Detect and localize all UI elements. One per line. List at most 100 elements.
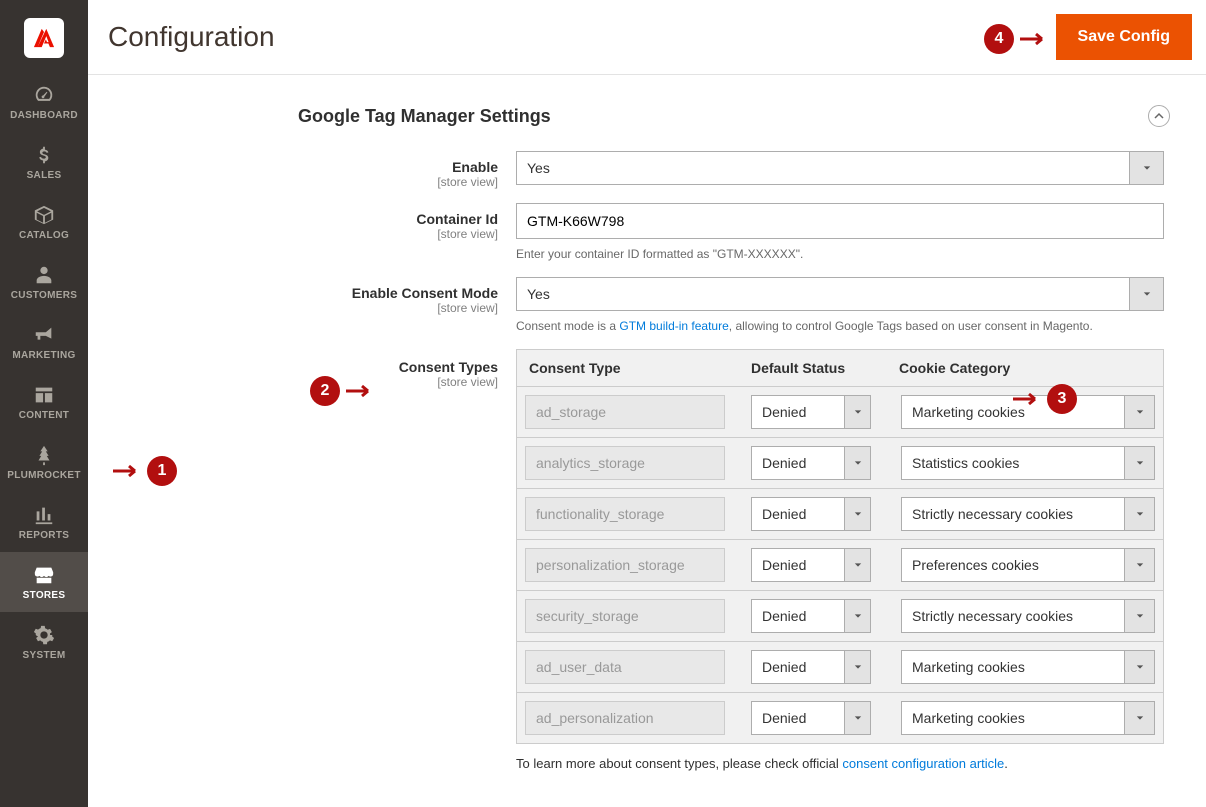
table-row: Denied Strictly necessary cookies xyxy=(516,591,1164,642)
stores-icon xyxy=(33,564,55,586)
chevron-down-icon xyxy=(1125,701,1155,735)
consent-mode-scope: [store view] xyxy=(118,301,498,315)
table-row: Denied Marketing cookies xyxy=(516,387,1164,438)
nav-reports[interactable]: REPORTS xyxy=(0,492,88,552)
nav-dashboard[interactable]: DASHBOARD xyxy=(0,72,88,132)
logo[interactable] xyxy=(24,18,64,58)
page-header: Configuration Save Config xyxy=(88,0,1206,75)
consent-type-input xyxy=(525,650,725,684)
default-status-select[interactable]: Denied xyxy=(751,650,871,684)
table-row: Denied Marketing cookies xyxy=(516,693,1164,744)
chevron-down-icon xyxy=(1125,548,1155,582)
consent-types-table: Consent Type Default Status Cookie Categ… xyxy=(516,349,1164,744)
field-consent-types: Consent Types [store view] Consent Type … xyxy=(118,349,1176,771)
enable-select[interactable]: Yes xyxy=(516,151,1164,185)
container-help: Enter your container ID formatted as "GT… xyxy=(516,245,1164,263)
admin-sidebar: DASHBOARD SALES CATALOG CUSTOMERS MARKET xyxy=(0,0,88,807)
section-header[interactable]: Google Tag Manager Settings xyxy=(118,105,1176,151)
chevron-down-icon xyxy=(1125,446,1155,480)
chevron-down-icon xyxy=(1130,277,1164,311)
collapse-icon[interactable] xyxy=(1148,105,1170,127)
nav-label: CONTENT xyxy=(19,410,69,421)
nav-customers[interactable]: CUSTOMERS xyxy=(0,252,88,312)
table-row: Denied Statistics cookies xyxy=(516,438,1164,489)
consent-article-link[interactable]: consent configuration article xyxy=(842,756,1004,771)
col-cookie-category: Cookie Category xyxy=(899,360,1155,376)
nav-label: PLUMROCKET xyxy=(7,470,81,481)
consent-mode-select[interactable]: Yes xyxy=(516,277,1164,311)
person-icon xyxy=(33,264,55,286)
cookie-category-select[interactable]: Marketing cookies xyxy=(901,650,1155,684)
section-title: Google Tag Manager Settings xyxy=(298,106,551,127)
nav-stores[interactable]: STORES xyxy=(0,552,88,612)
table-header: Consent Type Default Status Cookie Categ… xyxy=(516,349,1164,387)
page-title: Configuration xyxy=(108,21,275,53)
megaphone-icon xyxy=(33,324,55,346)
cookie-category-select[interactable]: Preferences cookies xyxy=(901,548,1155,582)
save-config-button[interactable]: Save Config xyxy=(1056,14,1192,60)
consent-type-input xyxy=(525,497,725,531)
default-status-select[interactable]: Denied xyxy=(751,548,871,582)
gtm-feature-link[interactable]: GTM build-in feature xyxy=(619,319,728,333)
nav-plumrocket[interactable]: PLUMROCKET xyxy=(0,432,88,492)
chevron-down-icon xyxy=(1125,650,1155,684)
col-consent-type: Consent Type xyxy=(525,360,751,376)
tree-icon xyxy=(33,444,55,466)
nav-content[interactable]: CONTENT xyxy=(0,372,88,432)
layout-icon xyxy=(33,384,55,406)
consent-type-input xyxy=(525,395,725,429)
col-default-status: Default Status xyxy=(751,360,899,376)
default-status-select[interactable]: Denied xyxy=(751,395,871,429)
nav-label: DASHBOARD xyxy=(10,110,78,121)
default-status-select[interactable]: Denied xyxy=(751,446,871,480)
table-row: Denied Preferences cookies xyxy=(516,540,1164,591)
cookie-category-select[interactable]: Marketing cookies xyxy=(901,395,1155,429)
box-icon xyxy=(33,204,55,226)
dashboard-icon xyxy=(33,84,55,106)
default-status-select[interactable]: Denied xyxy=(751,497,871,531)
chevron-down-icon xyxy=(845,395,871,429)
chevron-down-icon xyxy=(1125,497,1155,531)
field-enable: Enable [store view] Yes xyxy=(118,151,1176,189)
cookie-category-select[interactable]: Strictly necessary cookies xyxy=(901,497,1155,531)
nav-label: SALES xyxy=(27,170,62,181)
nav-marketing[interactable]: MARKETING xyxy=(0,312,88,372)
bars-icon xyxy=(33,504,55,526)
field-container-id: Container Id [store view] Enter your con… xyxy=(118,203,1176,263)
nav-system[interactable]: SYSTEM xyxy=(0,612,88,672)
cookie-category-select[interactable]: Statistics cookies xyxy=(901,446,1155,480)
nav-catalog[interactable]: CATALOG xyxy=(0,192,88,252)
consent-type-input xyxy=(525,446,725,480)
main-content: Configuration Save Config Google Tag Man… xyxy=(88,0,1206,807)
nav-label: MARKETING xyxy=(12,350,75,361)
consent-mode-label: Enable Consent Mode xyxy=(352,285,498,301)
nav-label: CUSTOMERS xyxy=(11,290,77,301)
chevron-down-icon xyxy=(845,650,871,684)
default-status-select[interactable]: Denied xyxy=(751,701,871,735)
chevron-down-icon xyxy=(845,497,871,531)
table-row: Denied Marketing cookies xyxy=(516,642,1164,693)
nav-sales[interactable]: SALES xyxy=(0,132,88,192)
consent-footer-note: To learn more about consent types, pleas… xyxy=(516,756,1164,771)
consent-types-label: Consent Types xyxy=(399,359,498,375)
consent-mode-help: Consent mode is a GTM build-in feature, … xyxy=(516,317,1164,335)
nav-label: SYSTEM xyxy=(23,650,66,661)
chevron-down-icon xyxy=(845,599,871,633)
nav-label: STORES xyxy=(23,590,66,601)
container-id-input[interactable] xyxy=(516,203,1164,239)
consent-types-scope: [store view] xyxy=(118,375,498,389)
chevron-down-icon xyxy=(1130,151,1164,185)
dollar-icon xyxy=(33,144,55,166)
chevron-down-icon xyxy=(845,701,871,735)
table-row: Denied Strictly necessary cookies xyxy=(516,489,1164,540)
container-label: Container Id xyxy=(416,211,498,227)
default-status-select[interactable]: Denied xyxy=(751,599,871,633)
cookie-category-select[interactable]: Strictly necessary cookies xyxy=(901,599,1155,633)
consent-type-input xyxy=(525,548,725,582)
chevron-down-icon xyxy=(845,446,871,480)
field-consent-mode: Enable Consent Mode [store view] Yes Con… xyxy=(118,277,1176,335)
chevron-down-icon xyxy=(1125,599,1155,633)
consent-type-input xyxy=(525,599,725,633)
chevron-down-icon xyxy=(845,548,871,582)
cookie-category-select[interactable]: Marketing cookies xyxy=(901,701,1155,735)
